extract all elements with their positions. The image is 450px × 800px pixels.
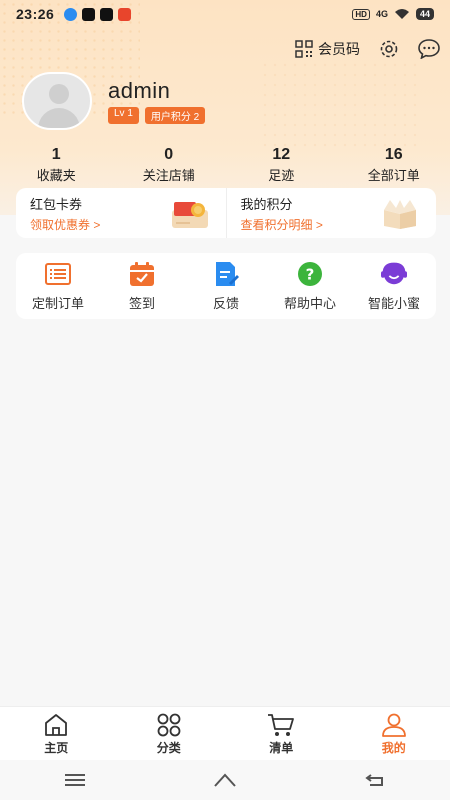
menu-item-help-center[interactable]: ? 帮助中心 — [268, 261, 352, 312]
back-icon[interactable] — [364, 772, 386, 788]
calendar-icon — [129, 261, 155, 287]
bottom-tab-bar: 主页 分类 清单 我的 — [0, 706, 450, 760]
menu-item-checkin[interactable]: 签到 — [100, 261, 184, 312]
avatar-head-shape — [49, 84, 69, 104]
chatbot-icon — [381, 261, 407, 287]
hd-badge: HD — [352, 8, 370, 20]
settings-gear-icon[interactable] — [378, 38, 400, 60]
level-badge: Lv 1 — [108, 107, 139, 124]
status-right: HD 4G 44 — [352, 8, 434, 20]
top-actions: 会员码 — [295, 38, 440, 60]
status-app-icons — [64, 7, 132, 21]
tab-category[interactable]: 分类 — [113, 707, 226, 760]
stat-all-orders[interactable]: 16 全部订单 — [338, 146, 450, 184]
stat-value: 16 — [384, 146, 403, 163]
svg-text:?: ? — [306, 265, 315, 283]
stat-followed-stores[interactable]: 0 关注店铺 — [113, 146, 226, 184]
menu-item-feedback[interactable]: 反馈 — [184, 261, 268, 312]
battery-indicator: 44 — [415, 8, 434, 20]
menu-label: 定制订单 — [31, 295, 84, 311]
stat-label: 关注店铺 — [142, 168, 195, 183]
tab-cart[interactable]: 清单 — [225, 707, 338, 760]
tab-label: 主页 — [44, 741, 69, 755]
points-link[interactable]: 查看积分明细 > — [241, 216, 323, 233]
network-label: 4G — [375, 9, 388, 19]
stat-label: 足迹 — [268, 168, 295, 183]
member-code-label: 会员码 — [318, 41, 360, 57]
coupon-text: 红包卡券 领取优惠券 > — [30, 194, 100, 233]
profile-badges: Lv 1 用户积分 2 — [108, 107, 206, 124]
points-text: 我的积分 查看积分明细 > — [241, 194, 323, 233]
tab-profile[interactable]: 我的 — [338, 707, 450, 760]
coupon-points-card: 红包卡券 领取优惠券 > 我的积分 查看积分明细 > — [16, 188, 436, 238]
points-box-icon — [384, 200, 416, 229]
tab-label: 我的 — [381, 741, 406, 755]
menu-icon[interactable] — [64, 772, 86, 788]
coupon-link[interactable]: 领取优惠券 > — [30, 216, 100, 233]
user-icon — [381, 713, 406, 737]
tiktok-icon — [100, 7, 114, 21]
service-menu: 定制订单 签到 反馈 ? 帮助中心 智能小蜜 — [16, 253, 436, 319]
profile-info: admin Lv 1 用户积分 2 — [108, 78, 206, 124]
menu-label: 反馈 — [212, 295, 239, 311]
menu-label: 智能小蜜 — [367, 295, 420, 311]
category-icon — [157, 713, 181, 737]
avatar[interactable] — [22, 72, 92, 130]
username: admin — [108, 78, 171, 103]
tiktok-icon — [82, 7, 96, 21]
member-code-button[interactable]: 会员码 — [295, 39, 360, 59]
message-icon[interactable] — [418, 39, 440, 59]
feedback-icon — [213, 261, 239, 287]
red-envelope-icon — [171, 202, 208, 228]
stat-value: 0 — [164, 146, 174, 163]
app-red-icon — [118, 7, 132, 21]
points-title: 我的积分 — [240, 196, 293, 212]
stat-label: 全部订单 — [367, 168, 420, 183]
coupon-title: 红包卡券 — [30, 196, 83, 212]
tab-label: 分类 — [156, 741, 181, 755]
points-badge: 用户积分 2 — [144, 107, 206, 124]
stats-row: 1 收藏夹 0 关注店铺 12 足迹 16 全部订单 — [0, 146, 450, 184]
qrcode-icon — [295, 40, 313, 58]
list-icon — [45, 261, 71, 287]
status-time: 23:26 — [16, 6, 55, 22]
stat-label: 收藏夹 — [36, 168, 76, 183]
tab-home[interactable]: 主页 — [0, 707, 113, 760]
cart-icon — [268, 714, 295, 736]
menu-item-smart-assistant[interactable]: 智能小蜜 — [352, 261, 436, 312]
avatar-body-shape — [38, 108, 80, 128]
stat-favorites[interactable]: 1 收藏夹 — [0, 146, 113, 184]
help-icon: ? — [297, 261, 323, 287]
points-section[interactable]: 我的积分 查看积分明细 > — [225, 188, 437, 238]
menu-label: 帮助中心 — [283, 295, 336, 311]
wifi-icon — [394, 9, 409, 19]
tab-label: 清单 — [269, 741, 294, 755]
stat-value: 1 — [51, 146, 61, 163]
stat-footprints[interactable]: 12 足迹 — [225, 146, 338, 184]
home-nav-icon[interactable] — [213, 772, 237, 788]
menu-label: 签到 — [128, 295, 155, 311]
menu-item-custom-orders[interactable]: 定制订单 — [16, 261, 100, 312]
stat-value: 12 — [272, 146, 291, 163]
home-icon — [45, 714, 68, 736]
coupon-section[interactable]: 红包卡券 领取优惠券 > — [16, 188, 226, 238]
profile-section[interactable]: admin Lv 1 用户积分 2 — [22, 72, 206, 130]
system-nav-bar — [0, 760, 450, 800]
qq-browser-icon — [64, 7, 78, 21]
status-bar: 23:26 HD 4G 44 — [0, 0, 450, 28]
